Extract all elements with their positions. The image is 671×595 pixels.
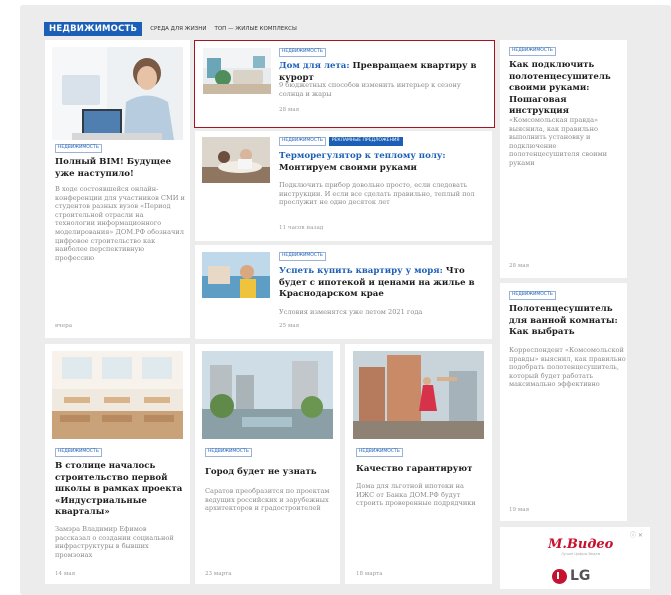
title-rest: Монтируем своими руками: [279, 162, 417, 173]
card-school-desc: Замэра Владимир Ефимов рассказал о созда…: [55, 525, 174, 559]
card-towel-install-desc: «Комсомольская правда» выяснила, как пра…: [509, 116, 607, 167]
card-dacha-desc: 9 бюджетных способов изменить интерьер к…: [279, 81, 461, 98]
lg-logo-text: LG: [570, 568, 591, 584]
card-towel-install[interactable]: НЕДВИЖИМОСТЬ Как подключить полотенцесуш…: [500, 40, 627, 278]
card-sea[interactable]: НЕДВИЖИМОСТЬ Успеть купить квартиру у мо…: [195, 245, 492, 339]
title-highlight: Дом для лета:: [279, 61, 350, 71]
ad-banner[interactable]: ⓘ ✕ М.Видео Лучше Цифры Ведем LG: [500, 527, 650, 589]
card-quality-date: 18 марта: [356, 571, 383, 577]
card-quality-title[interactable]: Качество гарантируют: [356, 464, 486, 476]
card-tag[interactable]: НЕДВИЖИМОСТЬ: [205, 448, 252, 457]
title-highlight: Терморегулятор к теплому полу:: [279, 151, 446, 161]
card-bim-image: [52, 47, 183, 140]
card-quality-image: [353, 351, 484, 439]
card-tag[interactable]: НЕДВИЖИМОСТЬ: [279, 252, 326, 261]
card-sea-date: 25 мая: [279, 323, 300, 329]
card-bim[interactable]: НЕДВИЖИМОСТЬ Полный BIM! Будущее уже нас…: [45, 40, 190, 338]
card-quality[interactable]: НЕДВИЖИМОСТЬ Качество гарантируют Дома д…: [345, 344, 492, 584]
nav-section-pill[interactable]: НЕДВИЖИМОСТЬ: [44, 22, 143, 36]
card-quality-desc: Дома для льготной ипотеки на ИЖС от Банк…: [356, 482, 476, 508]
card-city-title[interactable]: Город будет не узнать: [205, 467, 335, 479]
card-thermo-title[interactable]: Терморегулятор к теплому полу: Монтируем…: [279, 151, 484, 174]
card-thermo-image: [202, 137, 270, 183]
card-bim-title[interactable]: Полный BIM! Будущее уже наступило!: [55, 157, 183, 180]
card-towel-choose-desc: Корреспондент «Комсомольской правды» выя…: [509, 346, 626, 389]
ad-info-close[interactable]: ⓘ ✕: [630, 530, 643, 539]
card-sea-title[interactable]: Успеть купить квартиру у моря: Что будет…: [279, 266, 484, 301]
card-thermo[interactable]: НЕДВИЖИМОСТЬ РЕКЛАМНЫЕ ПРЕДЛОЖЕНИЯ Термор…: [195, 131, 492, 241]
card-sea-image: [202, 252, 270, 298]
card-towel-choose[interactable]: НЕДВИЖИМОСТЬ Полотенцесушитель для ванно…: [500, 283, 627, 521]
card-thermo-date: 11 часов назад: [279, 225, 324, 231]
ad-logo-mvideo[interactable]: М.Видео: [548, 537, 613, 552]
card-towel-install-date: 28 мая: [509, 263, 530, 269]
card-dacha-date: 28 мая: [279, 107, 300, 113]
card-bim-desc: В ходе состоявшейся онлайн-конференции д…: [55, 185, 185, 262]
card-bim-date: вчера: [55, 323, 73, 329]
card-city[interactable]: НЕДВИЖИМОСТЬ Город будет не узнать Сарат…: [195, 344, 340, 584]
card-school-title[interactable]: В столице началось строительство первой …: [55, 461, 183, 519]
ad-logo-mvideo-sub: Лучше Цифры Ведем: [561, 552, 601, 556]
card-thermo-desc: Подключить прибор довольно просто, если …: [279, 181, 475, 207]
card-sea-desc: Условия изменятся уже летом 2021 года: [279, 308, 423, 316]
card-dacha[interactable]: НЕДВИЖИМОСТЬ Дом для лета: Превращаем кв…: [194, 40, 495, 128]
ad-logo-lg[interactable]: LG: [552, 568, 590, 584]
section-nav: НЕДВИЖИМОСТЬ СРЕДА ДЛЯ ЖИЗНИ ТОП — ЖИЛЫЕ…: [44, 22, 297, 36]
card-towel-choose-date: 19 мая: [509, 507, 530, 513]
card-tag[interactable]: НЕДВИЖИМОСТЬ: [509, 291, 556, 300]
card-tag[interactable]: НЕДВИЖИМОСТЬ: [356, 448, 403, 457]
card-dacha-image: [203, 48, 271, 94]
card-school[interactable]: НЕДВИЖИМОСТЬ В столице началось строител…: [45, 344, 190, 584]
card-towel-install-title[interactable]: Как подключить полотенцесушитель своими …: [509, 60, 624, 118]
card-tag[interactable]: НЕДВИЖИМОСТЬ: [55, 448, 102, 457]
card-city-date: 23 марта: [205, 571, 232, 577]
card-tag[interactable]: НЕДВИЖИМОСТЬ: [279, 137, 326, 146]
card-school-image: [52, 351, 183, 439]
card-tag[interactable]: НЕДВИЖИМОСТЬ: [55, 144, 102, 153]
card-towel-choose-title[interactable]: Полотенцесушитель для ванной комнаты: Ка…: [509, 304, 624, 339]
card-tag[interactable]: НЕДВИЖИМОСТЬ: [279, 48, 326, 57]
card-school-date: 14 мая: [55, 571, 76, 577]
title-highlight: Успеть купить квартиру у моря:: [279, 266, 443, 276]
card-tag[interactable]: НЕДВИЖИМОСТЬ: [509, 47, 556, 56]
nav-link-top-complexes[interactable]: ТОП — ЖИЛЫЕ КОМПЛЕКСЫ: [214, 26, 296, 32]
lg-logo-icon: [552, 568, 567, 584]
card-city-image: [202, 351, 333, 439]
nav-link-environment[interactable]: СРЕДА ДЛЯ ЖИЗНИ: [150, 26, 206, 32]
card-tag-ad[interactable]: РЕКЛАМНЫЕ ПРЕДЛОЖЕНИЯ: [328, 137, 403, 146]
card-city-desc: Саратов преобразится по проектам ведущих…: [205, 487, 330, 513]
